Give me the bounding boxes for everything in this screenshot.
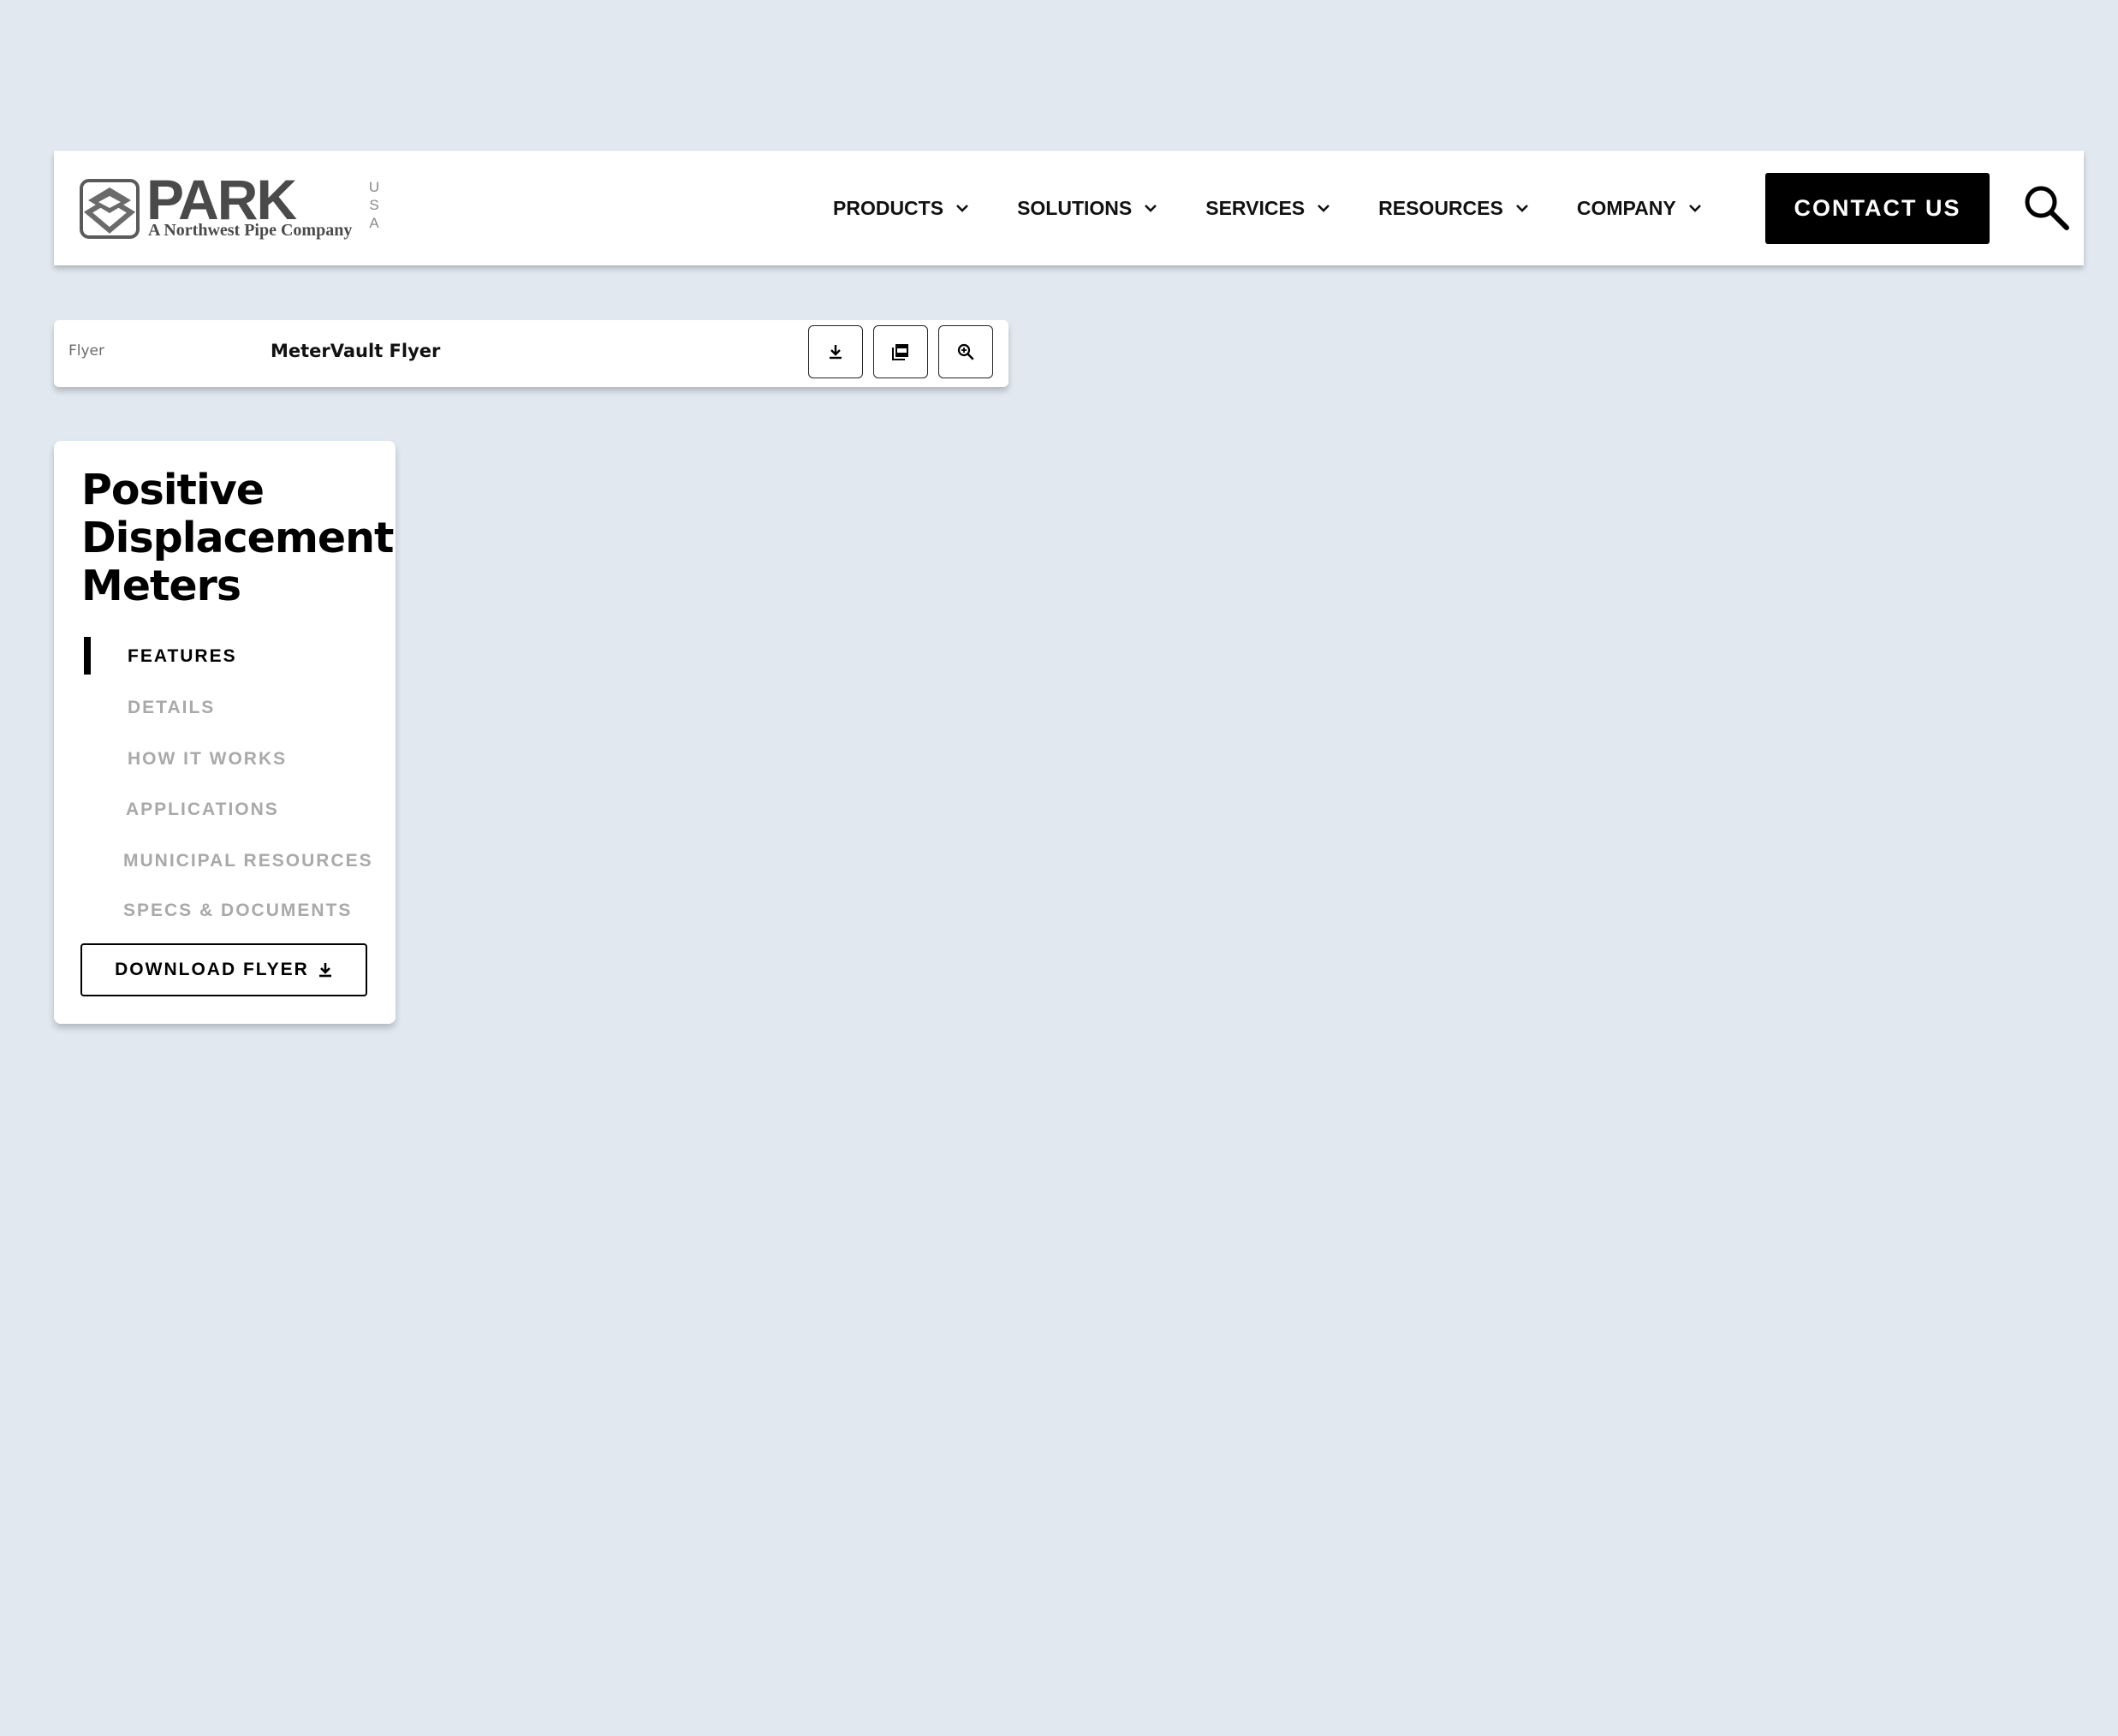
logo-wordmark: PARK <box>146 168 297 231</box>
nav-label: RESOURCES <box>1378 196 1503 219</box>
nav-label: SERVICES <box>1205 196 1306 219</box>
chevron-down-icon <box>1515 205 1528 212</box>
nav-item-company[interactable]: COMPANY <box>1577 197 1702 220</box>
flyer-zoom-button[interactable] <box>938 325 993 378</box>
logo-usa: U S A <box>368 179 380 231</box>
section-link-applications[interactable]: APPLICATIONS <box>126 800 279 820</box>
nav-item-services[interactable]: SERVICES <box>1205 197 1330 220</box>
search-button[interactable] <box>2022 183 2070 231</box>
title-line: Displacement <box>81 514 394 562</box>
section-link-municipal-resources[interactable]: MUNICIPAL RESOURCES <box>123 851 373 871</box>
nav-item-resources[interactable]: RESOURCES <box>1378 197 1529 220</box>
flyer-type-label: Flyer <box>68 342 105 360</box>
flyer-bar: Flyer MeterVault Flyer <box>54 320 1008 387</box>
nav-item-products[interactable]: PRODUCTS <box>833 197 969 220</box>
flyer-pdf-button[interactable] <box>873 325 928 378</box>
chevron-down-icon <box>1318 205 1330 212</box>
title-line: Meters <box>81 562 241 610</box>
logo-tagline: A Northwest Pipe Company <box>148 221 353 240</box>
pdf-icon <box>892 344 908 360</box>
park-usa-logo[interactable]: PARK U S A A Northwest Pipe Company <box>80 171 388 241</box>
nav-label: SOLUTIONS <box>1017 196 1133 219</box>
active-section-indicator <box>84 637 91 675</box>
zoom-in-icon <box>957 343 974 360</box>
chevron-down-icon <box>1145 205 1157 212</box>
download-flyer-label: DOWNLOAD FLYER <box>115 960 309 979</box>
contact-us-button[interactable]: CONTACT US <box>1765 173 1990 244</box>
flyer-title: MeterVault Flyer <box>271 341 441 361</box>
nav-item-solutions[interactable]: SOLUTIONS <box>1017 197 1157 220</box>
section-link-details[interactable]: DETAILS <box>128 698 215 718</box>
title-line: Positive <box>81 466 265 514</box>
page-title: Positive Displacement Meters <box>81 466 394 610</box>
download-icon <box>318 963 331 978</box>
product-sidebar: Positive Displacement Meters FEATURES DE… <box>54 441 396 1024</box>
download-flyer-button[interactable]: DOWNLOAD FLYER <box>80 943 367 996</box>
download-icon <box>830 345 842 360</box>
main-nav: PRODUCTS SOLUTIONS SERVICES RESOURCES CO… <box>833 151 1750 265</box>
section-link-specs-documents[interactable]: SPECS & DOCUMENTS <box>123 901 352 921</box>
chevron-down-icon <box>956 205 968 212</box>
site-header: PARK U S A A Northwest Pipe Company PROD… <box>54 151 2084 265</box>
park-logo-mark-icon <box>80 179 140 239</box>
section-link-how-it-works[interactable]: HOW IT WORKS <box>128 749 287 770</box>
nav-label: PRODUCTS <box>833 196 944 219</box>
nav-label: COMPANY <box>1576 196 1676 219</box>
section-link-features[interactable]: FEATURES <box>128 646 237 667</box>
flyer-download-button[interactable] <box>808 325 863 378</box>
search-icon <box>2025 186 2069 230</box>
chevron-down-icon <box>1688 205 1701 212</box>
